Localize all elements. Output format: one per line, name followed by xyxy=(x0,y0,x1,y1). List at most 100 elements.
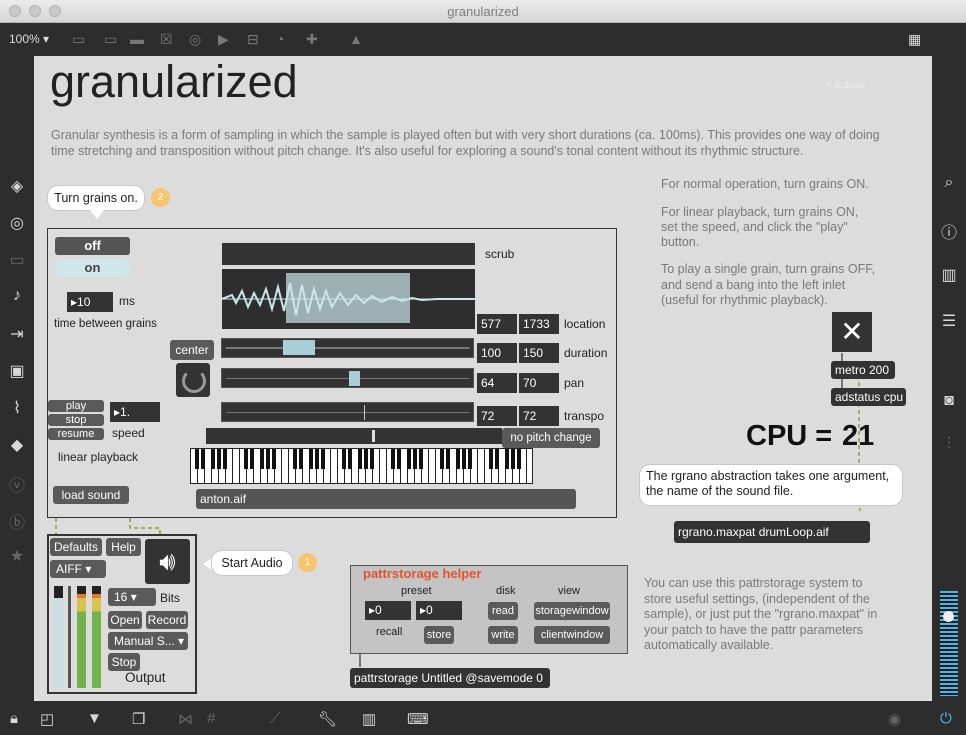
message-box-icon[interactable]: ▭ xyxy=(104,31,117,48)
paint-bucket-icon[interactable]: ▲ xyxy=(349,31,363,47)
mute-icon[interactable]: ⋈ xyxy=(178,710,193,728)
metro-object[interactable]: metro 200 xyxy=(831,361,895,379)
beap-icon[interactable]: ⓑ xyxy=(8,509,26,533)
cpu-toggle[interactable]: ✕ xyxy=(832,312,872,352)
bits-value: 16 xyxy=(114,590,128,604)
bits-menu[interactable]: 16 ▾ xyxy=(108,588,156,606)
right-sidebar: ⌕ ⓘ ▥ ☰ ◙ ⫶ xyxy=(932,56,966,701)
power-icon[interactable]: ⏻ xyxy=(940,710,952,727)
button-icon[interactable]: ◎ xyxy=(189,31,201,48)
read-button[interactable]: read xyxy=(488,602,518,620)
audio-badge: 1 xyxy=(298,553,317,572)
toolbar: 100% ▾ ▭ ▭ ▬ ☒ ◎ ▶ ⊟ ◔ ✚ ▲ ▦ xyxy=(0,23,966,56)
speaker-icon: 🔊︎ xyxy=(159,546,176,576)
cpu-meter xyxy=(940,591,958,696)
dial-icon[interactable]: ◔ xyxy=(276,31,284,47)
sequence-icon[interactable]: ⇥ xyxy=(8,324,26,344)
info-icon[interactable]: ⓘ xyxy=(940,219,958,243)
open-button[interactable]: Open xyxy=(108,611,142,629)
reference-icon[interactable]: ▥ xyxy=(940,265,958,285)
pattr-note-1: You can use this pattrstorage system to xyxy=(644,576,863,590)
zoom-select[interactable]: 100% ▾ xyxy=(9,32,49,46)
record-mode-menu[interactable]: Manual S... ▾ xyxy=(108,632,188,650)
slider-icon[interactable]: ⊟ xyxy=(247,31,259,48)
window-title: granularized xyxy=(447,4,519,19)
music-note-icon[interactable]: ♪ xyxy=(8,287,26,305)
adstatus-object[interactable]: adstatus cpu xyxy=(831,388,906,406)
recall-label: recall xyxy=(376,626,403,638)
play-object-icon[interactable]: ▶ xyxy=(218,31,229,48)
output-label: Output xyxy=(125,670,166,685)
lock-icon[interactable]: 🔒︎ xyxy=(10,710,18,727)
toggle-x-icon: ✕ xyxy=(840,316,864,347)
speaker-toggle[interactable]: 🔊︎ xyxy=(145,539,190,584)
audio-callout-text: Start Audio xyxy=(221,556,283,570)
target-icon[interactable]: ◎ xyxy=(8,213,26,233)
help-button[interactable]: Help xyxy=(106,538,141,556)
preset-store-box[interactable]: ▸0 xyxy=(416,601,462,620)
comment-icon[interactable]: ▬ xyxy=(130,31,144,47)
star-icon[interactable]: ★ xyxy=(8,546,26,566)
output-meter-left xyxy=(77,586,86,688)
vizzie-icon[interactable]: ⓥ xyxy=(8,472,26,496)
cpu-value: 21 xyxy=(842,420,875,452)
left-sidebar: ◈ ◎ ▭ ♪ ⇥ ▣ ⌇ ◆ ⓥ ⓑ ★ xyxy=(0,56,34,701)
audio-callout-pointer xyxy=(203,558,212,570)
transport-icon[interactable]: ◉ xyxy=(888,710,901,728)
clientwindow-button[interactable]: clientwindow xyxy=(534,626,610,644)
cpu-label: CPU = xyxy=(746,420,833,452)
toggle-icon[interactable]: ☒ xyxy=(160,31,173,48)
view-label: view xyxy=(558,585,581,597)
list-icon[interactable]: ☰ xyxy=(940,311,958,331)
preset-recall-value: 0 xyxy=(375,603,382,617)
plug-icon[interactable]: ◆ xyxy=(8,435,26,455)
device-icon[interactable]: ▭ xyxy=(8,250,26,270)
windows-icon[interactable]: ❐ xyxy=(132,710,145,728)
bits-label: Bits xyxy=(160,591,181,605)
preset-recall-box[interactable]: ▸0 xyxy=(365,601,411,620)
plus-icon[interactable]: ✚ xyxy=(306,31,318,48)
format-value: AIFF xyxy=(56,562,82,576)
patch-cord-icon[interactable]: ⟋ xyxy=(270,710,281,727)
paperclip-icon[interactable]: ⌇ xyxy=(8,398,26,418)
record-button[interactable]: Record xyxy=(146,611,188,629)
rgrano-object[interactable]: rgrano.maxpat drumLoop.aif xyxy=(674,521,870,543)
pattr-note-2: store useful settings, (independent of t… xyxy=(644,592,870,606)
defaults-button[interactable]: Defaults xyxy=(50,538,102,556)
input-meter-left xyxy=(54,586,63,688)
grid-icon[interactable]: # xyxy=(207,710,215,727)
storagewindow-button[interactable]: storagewindow xyxy=(534,602,610,620)
wrench-icon[interactable]: 🔧︎ xyxy=(318,710,337,728)
mixer-icon[interactable]: ⫶ xyxy=(940,436,958,454)
gain-slider[interactable] xyxy=(68,586,71,688)
piano-icon[interactable]: ▥ xyxy=(362,710,376,728)
audio-stop-button[interactable]: Stop xyxy=(108,653,140,671)
format-menu[interactable]: AIFF ▾ xyxy=(50,560,106,578)
output-meter-right xyxy=(92,586,101,688)
camera-icon[interactable]: ◙ xyxy=(940,392,958,410)
object-box-icon[interactable]: ▭ xyxy=(72,31,85,48)
pattr-title: pattrstorage helper xyxy=(363,566,482,581)
preset-label: preset xyxy=(401,585,432,597)
comment-bubble-icon[interactable]: ▼ xyxy=(87,710,102,727)
pattr-note-3: sample), or just put the "rgrano.maxpat"… xyxy=(644,607,878,621)
preset-store-value: 0 xyxy=(426,603,433,617)
search-icon[interactable]: ⌕ xyxy=(940,174,958,192)
bottom-bar: 🔒︎ ◰ ▼ ❐ ⋈ # ⟋ 🔧︎ ▥ ⌨ ◉ ⏻ xyxy=(0,701,966,735)
image-icon[interactable]: ▣ xyxy=(8,361,26,381)
pattr-note-5: automatically available. xyxy=(644,638,774,652)
audio-callout: Start Audio xyxy=(212,551,292,575)
title-bar: granularized xyxy=(0,0,966,23)
grid-view-icon[interactable]: ▦ xyxy=(908,31,921,48)
store-button[interactable]: store xyxy=(424,626,454,644)
rgrano-callout: The rgrano abstraction takes one argumen… xyxy=(640,465,902,505)
rgrano-callout-line2: the name of the sound file. xyxy=(646,484,794,498)
disk-label: disk xyxy=(496,585,516,597)
pattr-note-4: your patch to have the pattr parameters xyxy=(644,623,863,637)
keyboard-icon[interactable]: ⌨ xyxy=(407,710,429,728)
write-button[interactable]: write xyxy=(488,626,518,644)
presentation-icon[interactable]: ◰ xyxy=(40,710,54,728)
meter-knob[interactable] xyxy=(943,611,954,622)
pattrstorage-object[interactable]: pattrstorage Untitled @savemode 0 xyxy=(350,668,550,688)
package-icon[interactable]: ◈ xyxy=(8,176,26,196)
